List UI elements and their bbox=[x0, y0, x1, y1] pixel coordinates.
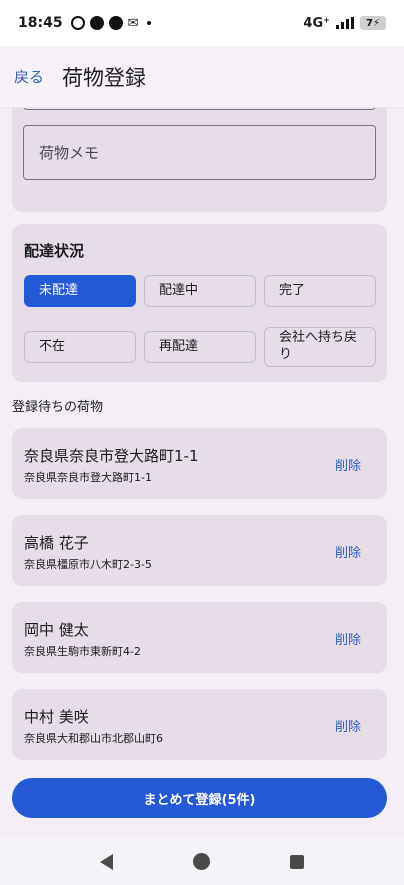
pending-list-heading: 登録待ちの荷物 bbox=[12, 400, 104, 415]
package-address: 奈良県橿原市八木町2-3-5 bbox=[24, 558, 152, 571]
back-button[interactable]: 戻る bbox=[14, 66, 44, 87]
page-title: 荷物登録 bbox=[62, 65, 147, 90]
status-chip-absent[interactable]: 不在 bbox=[24, 331, 136, 363]
search-icon bbox=[70, 16, 85, 30]
status-chip-redelivery[interactable]: 再配達 bbox=[144, 331, 256, 363]
memo-input[interactable]: 荷物メモ bbox=[23, 125, 376, 180]
status-time: 18:45 bbox=[18, 15, 63, 31]
package-name: 奈良県奈良市登大路町1-1 bbox=[24, 447, 199, 465]
package-name: 中村 美咲 bbox=[24, 708, 89, 726]
form-card: 荷物メモ bbox=[12, 108, 387, 212]
list-item: 中村 美咲 奈良県大和郡山市北郡山町6 削除 bbox=[12, 689, 387, 760]
battery-icon: 7 ⚡ bbox=[360, 16, 386, 30]
status-chip-completed[interactable]: 完了 bbox=[264, 275, 376, 307]
recents-square-icon[interactable] bbox=[290, 854, 304, 869]
package-address: 奈良県奈良市登大路町1-1 bbox=[24, 471, 152, 484]
package-address: 奈良県大和郡山市北郡山町6 bbox=[24, 732, 163, 745]
delete-button[interactable]: 削除 bbox=[335, 716, 361, 735]
package-name: 高橋 花子 bbox=[24, 534, 89, 552]
delivery-status-title: 配達状況 bbox=[24, 242, 85, 260]
bulk-register-button[interactable]: まとめて登録(5件) bbox=[12, 778, 387, 818]
app-bar: 戻る 荷物登録 bbox=[0, 46, 404, 108]
main-content[interactable]: 荷物メモ 配達状況 未配達 配達中 完了 不在 再配達 会社へ持ち戻り 登録待ち… bbox=[0, 108, 404, 838]
delete-button[interactable]: 削除 bbox=[335, 542, 361, 561]
back-triangle-icon[interactable] bbox=[100, 853, 113, 870]
status-chip-undelivered[interactable]: 未配達 bbox=[24, 275, 136, 307]
delete-button[interactable]: 削除 bbox=[335, 455, 361, 474]
battery-level: 7 bbox=[366, 17, 373, 29]
notification-icon bbox=[108, 16, 123, 30]
status-bar: 18:45 ✉ 4G⁺ 7 ⚡ bbox=[0, 0, 404, 46]
network-type: 4G⁺ bbox=[303, 15, 330, 31]
package-name: 岡中 健太 bbox=[24, 621, 89, 639]
status-chip-return-to-office[interactable]: 会社へ持ち戻り bbox=[264, 327, 376, 367]
previous-field[interactable] bbox=[23, 108, 376, 110]
list-item: 奈良県奈良市登大路町1-1 奈良県奈良市登大路町1-1 削除 bbox=[12, 428, 387, 499]
delete-button[interactable]: 削除 bbox=[335, 629, 361, 648]
info-icon bbox=[89, 16, 104, 30]
signal-icon bbox=[336, 17, 354, 29]
delivery-status-card: 配達状況 未配達 配達中 完了 不在 再配達 会社へ持ち戻り bbox=[12, 224, 387, 382]
package-address: 奈良県生駒市東新町4-2 bbox=[24, 645, 141, 658]
status-chip-in-transit[interactable]: 配達中 bbox=[144, 275, 256, 307]
system-nav-bar bbox=[0, 838, 404, 885]
more-dot-icon bbox=[147, 21, 152, 25]
list-item: 高橋 花子 奈良県橿原市八木町2-3-5 削除 bbox=[12, 515, 387, 586]
home-circle-icon[interactable] bbox=[193, 853, 210, 870]
list-item: 岡中 健太 奈良県生駒市東新町4-2 削除 bbox=[12, 602, 387, 673]
mail-icon: ✉ bbox=[127, 15, 139, 31]
